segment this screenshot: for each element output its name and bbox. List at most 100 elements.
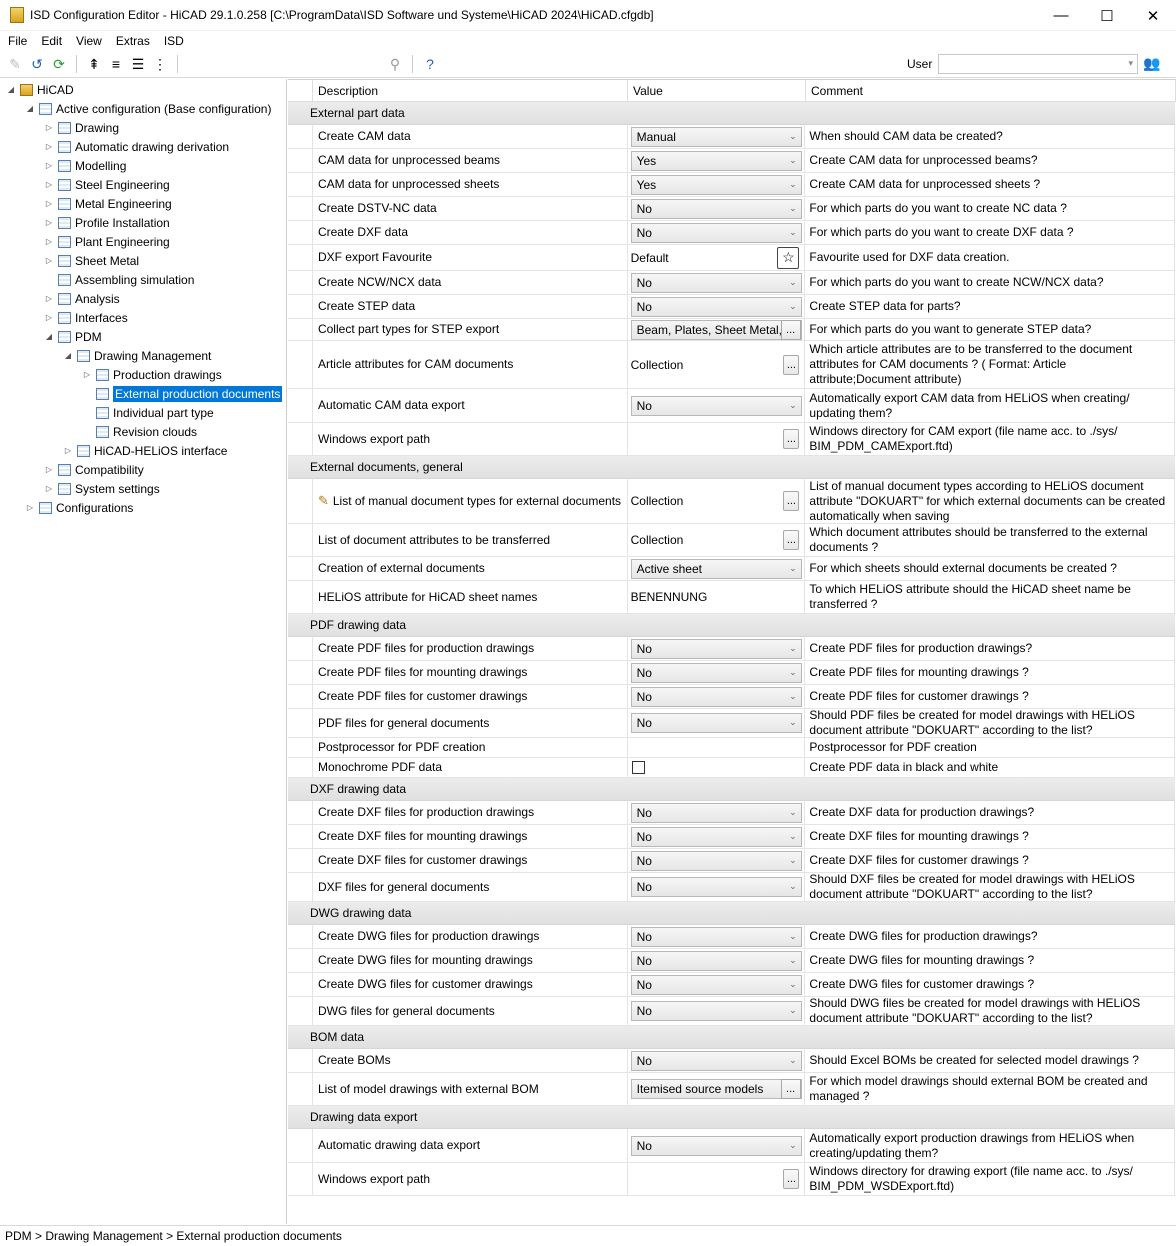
setting-row[interactable]: Windows export path... Windows directory … bbox=[288, 423, 1175, 456]
menu-isd[interactable]: ISD bbox=[157, 34, 191, 48]
setting-value-cell[interactable]: No ⌄ bbox=[628, 295, 806, 318]
tree-item[interactable]: ▷ Plant Engineering bbox=[44, 232, 170, 251]
setting-row[interactable]: Windows export path... Windows directory … bbox=[288, 1163, 1175, 1196]
setting-row[interactable]: Postprocessor for PDF creation Postproces… bbox=[288, 738, 1175, 758]
setting-row[interactable]: Create BOMs No ⌄ Should Excel BOMs be creat… bbox=[288, 1049, 1175, 1073]
setting-value-cell[interactable]: Collection... bbox=[628, 341, 806, 388]
tree-item[interactable]: ▷ Configurations bbox=[25, 498, 133, 517]
value-dropdown[interactable]: No ⌄ bbox=[630, 713, 802, 733]
setting-row[interactable]: DWG files for general documents No ⌄ Should… bbox=[288, 996, 1175, 1026]
expand-arrow-icon[interactable]: ▷ bbox=[63, 446, 73, 455]
section-header[interactable]: External documents, general bbox=[288, 456, 1175, 479]
expand-level-3-icon[interactable]: ☰ bbox=[127, 53, 149, 75]
value-dropdown[interactable]: Yes ⌄ bbox=[630, 150, 802, 171]
header-comment[interactable]: Comment bbox=[806, 80, 1176, 102]
value-dropdown[interactable]: No ⌄ bbox=[630, 296, 802, 317]
menu-file[interactable]: File bbox=[0, 34, 34, 48]
value-dropdown[interactable]: No ⌄ bbox=[630, 1001, 802, 1021]
section-header[interactable]: BOM data bbox=[288, 1026, 1175, 1049]
expand-arrow-icon[interactable]: ▷ bbox=[44, 256, 54, 265]
setting-row[interactable]: List of document attributes to be transf… bbox=[288, 524, 1175, 557]
setting-row[interactable]: HELiOS attribute for HiCAD sheet names BE… bbox=[288, 581, 1175, 614]
expand-arrow-icon[interactable]: ▷ bbox=[44, 161, 54, 170]
setting-row[interactable]: Create CAM data Manual ⌄ When should CAM da… bbox=[288, 125, 1175, 149]
value-dropdown[interactable]: No ⌄ bbox=[630, 877, 802, 897]
tree-item[interactable]: ▷ Production drawings bbox=[82, 365, 222, 384]
binoculars-icon[interactable]: ⚲ bbox=[384, 53, 406, 75]
setting-row[interactable]: Create PDF files for customer drawings No… bbox=[288, 685, 1175, 709]
setting-row[interactable]: Create DXF files for production drawings… bbox=[288, 801, 1175, 825]
help-icon[interactable]: ? bbox=[419, 53, 441, 75]
setting-value-cell[interactable]: ... bbox=[628, 423, 806, 455]
setting-value-cell[interactable]: No ⌄ bbox=[628, 637, 806, 660]
value-selector[interactable]: Beam, Plates, Sheet Metal,... bbox=[630, 319, 802, 340]
tree-item[interactable]: ▷ Analysis bbox=[44, 289, 120, 308]
tree-item[interactable]: ◢ Active configuration (Base configuratio… bbox=[25, 99, 272, 118]
setting-value-cell[interactable]: No ⌄ bbox=[628, 873, 806, 901]
tree-item[interactable]: ▷ Automatic drawing derivation bbox=[44, 137, 229, 156]
setting-row[interactable]: Collect part types for STEP export Beam, … bbox=[288, 319, 1175, 341]
setting-value-cell[interactable]: No ⌄ bbox=[628, 973, 806, 996]
setting-value-cell[interactable]: No ⌄ bbox=[628, 661, 806, 684]
ellipsis-button[interactable]: ... bbox=[783, 354, 800, 375]
expand-all-icon[interactable]: ⋮ bbox=[149, 53, 171, 75]
setting-value-cell[interactable]: No ⌄ bbox=[628, 389, 806, 422]
value-dropdown[interactable]: Yes ⌄ bbox=[630, 174, 802, 195]
expand-arrow-icon[interactable]: ▷ bbox=[44, 313, 54, 322]
tree-item[interactable]: ▷ Modelling bbox=[44, 156, 126, 175]
setting-value-cell[interactable]: ... bbox=[628, 1163, 806, 1195]
setting-row[interactable]: Automatic drawing data export No ⌄ Automati… bbox=[288, 1129, 1175, 1163]
monochrome-checkbox[interactable] bbox=[631, 761, 645, 774]
setting-value-cell[interactable]: No ⌄ bbox=[628, 949, 806, 972]
collapse-arrow-icon[interactable]: ◢ bbox=[44, 332, 54, 341]
value-dropdown[interactable]: No ⌄ bbox=[630, 926, 802, 947]
section-header[interactable]: DWG drawing data bbox=[288, 902, 1175, 925]
section-header[interactable]: Drawing data export bbox=[288, 1106, 1175, 1129]
tree-item[interactable]: ▷ Steel Engineering bbox=[44, 175, 170, 194]
section-header[interactable]: DXF drawing data bbox=[288, 778, 1175, 801]
ellipsis-button[interactable]: ... bbox=[783, 429, 800, 449]
setting-row[interactable]: Create PDF files for production drawings… bbox=[288, 637, 1175, 661]
setting-value-cell[interactable]: Collection... bbox=[628, 524, 806, 556]
value-dropdown[interactable]: Active sheet ⌄ bbox=[630, 558, 802, 579]
setting-value-cell[interactable]: No ⌄ bbox=[628, 685, 806, 708]
value-dropdown[interactable]: No ⌄ bbox=[630, 222, 802, 243]
value-dropdown[interactable]: No ⌄ bbox=[630, 638, 802, 659]
tree-item[interactable]: ▷ Compatibility bbox=[44, 460, 144, 479]
collapse-arrow-icon[interactable]: ◢ bbox=[25, 104, 35, 113]
setting-value-cell[interactable]: Active sheet ⌄ bbox=[628, 557, 806, 580]
setting-row[interactable]: CAM data for unprocessed beams Yes ⌄ Create… bbox=[288, 149, 1175, 173]
setting-value-cell[interactable]: No ⌄ bbox=[628, 271, 806, 294]
tree-item[interactable]: Revision clouds bbox=[82, 422, 197, 441]
setting-value-cell[interactable]: Itemised source models... bbox=[628, 1073, 806, 1105]
tree-item[interactable]: ◢ PDM bbox=[44, 327, 102, 346]
setting-value-cell[interactable]: BENENNUNG bbox=[628, 581, 806, 613]
setting-value-cell[interactable]: No ⌄ bbox=[628, 709, 806, 737]
value-dropdown[interactable]: No ⌄ bbox=[630, 950, 802, 971]
value-selector[interactable]: Itemised source models... bbox=[630, 1079, 802, 1099]
close-button[interactable]: ✕ bbox=[1130, 0, 1176, 31]
collapse-arrow-icon[interactable]: ◢ bbox=[63, 351, 73, 360]
expand-arrow-icon[interactable]: ▷ bbox=[44, 465, 54, 474]
setting-row[interactable]: Article attributes for CAM documents Coll… bbox=[288, 341, 1175, 389]
tree-item[interactable]: ▷ HiCAD-HELiOS interface bbox=[63, 441, 227, 460]
setting-value-cell[interactable]: Manual ⌄ bbox=[628, 125, 806, 148]
tree-item[interactable]: ▷ Interfaces bbox=[44, 308, 128, 327]
header-value[interactable]: Value bbox=[628, 80, 806, 102]
setting-value-cell[interactable] bbox=[628, 738, 806, 757]
expand-arrow-icon[interactable]: ▷ bbox=[25, 503, 35, 512]
value-dropdown[interactable]: No ⌄ bbox=[630, 686, 802, 707]
refresh-icon[interactable]: ⟳ bbox=[48, 53, 70, 75]
expand-arrow-icon[interactable]: ▷ bbox=[44, 142, 54, 151]
ellipsis-button[interactable]: ... bbox=[783, 530, 800, 550]
ellipsis-button[interactable]: ... bbox=[783, 491, 800, 511]
tree-item[interactable]: ▷ Sheet Metal bbox=[44, 251, 139, 270]
value-dropdown[interactable]: No ⌄ bbox=[630, 395, 802, 416]
setting-row[interactable]: Create DXF files for customer drawings No… bbox=[288, 849, 1175, 873]
tree-item[interactable]: ▷ System settings bbox=[44, 479, 160, 498]
expand-arrow-icon[interactable]: ▷ bbox=[44, 294, 54, 303]
setting-row[interactable]: Create DXF data No ⌄ For which parts do you… bbox=[288, 221, 1175, 245]
menu-edit[interactable]: Edit bbox=[34, 34, 69, 48]
expand-arrow-icon[interactable]: ▷ bbox=[44, 199, 54, 208]
setting-value-cell[interactable]: Beam, Plates, Sheet Metal,... bbox=[628, 319, 806, 340]
